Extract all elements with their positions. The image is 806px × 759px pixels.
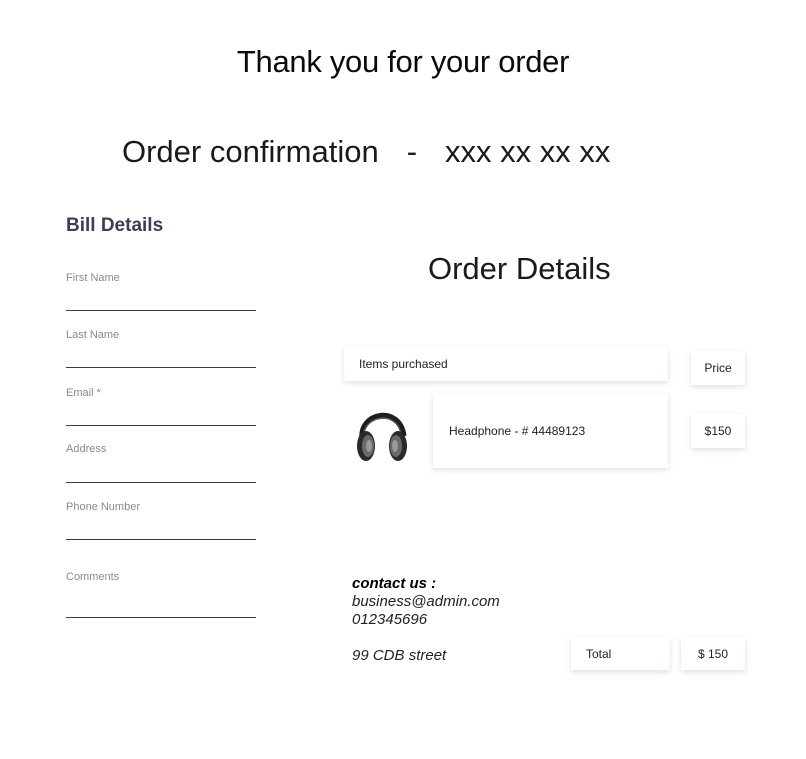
headphone-icon: [344, 396, 420, 468]
contact-email: business@admin.com: [352, 593, 500, 610]
first-name-input[interactable]: [66, 284, 256, 311]
phone-field: Phone Number: [66, 501, 256, 540]
order-confirmation-line: Order confirmation - xxx xx xx xx: [122, 134, 610, 170]
items-purchased-label: Items purchased: [359, 357, 448, 371]
address-label: Address: [66, 443, 107, 455]
bill-details-title: Bill Details: [66, 215, 164, 236]
confirmation-number: xxx xx xx xx: [445, 134, 611, 169]
total-label: Total: [586, 646, 612, 661]
total-value: $ 150: [697, 646, 729, 661]
email-field: Email *: [66, 387, 256, 426]
contact-phone: 012345696: [352, 611, 428, 628]
contact-street: 99 CDB street: [352, 647, 447, 664]
contact-info: contact us : business@admin.com 01234569…: [352, 575, 500, 665]
phone-label: Phone Number: [66, 501, 140, 513]
product-name-cell: Headphone - # 44489123: [433, 394, 668, 468]
product-price: $150: [704, 424, 732, 438]
price-label: Price: [704, 361, 732, 375]
total-value-cell: $ 150: [681, 637, 745, 670]
contact-heading: contact us :: [352, 575, 437, 592]
comments-field: Comments: [66, 571, 256, 618]
email-input[interactable]: [66, 399, 256, 426]
order-details-title: Order Details: [428, 251, 611, 286]
confirmation-separator: -: [406, 134, 418, 169]
address-field: Address: [66, 443, 256, 483]
first-name-field: First Name: [66, 272, 256, 311]
comments-input[interactable]: [66, 583, 256, 618]
last-name-label: Last Name: [66, 329, 120, 341]
phone-input[interactable]: [66, 513, 256, 540]
first-name-label: First Name: [66, 272, 120, 284]
comments-label: Comments: [66, 571, 120, 583]
product-price-cell: $150: [691, 414, 745, 448]
order-confirmation-page: Thank you for your order Order confirmat…: [0, 0, 806, 759]
last-name-field: Last Name: [66, 329, 256, 368]
items-purchased-header: Items purchased: [344, 347, 668, 381]
product-name: Headphone - # 44489123: [449, 424, 586, 438]
total-label-cell: Total: [571, 637, 670, 670]
confirmation-label: Order confirmation: [122, 134, 379, 169]
price-header: Price: [691, 351, 745, 385]
page-title: Thank you for your order: [236, 44, 570, 79]
last-name-input[interactable]: [66, 341, 256, 368]
email-label: Email *: [66, 387, 101, 399]
address-input[interactable]: [66, 455, 256, 483]
